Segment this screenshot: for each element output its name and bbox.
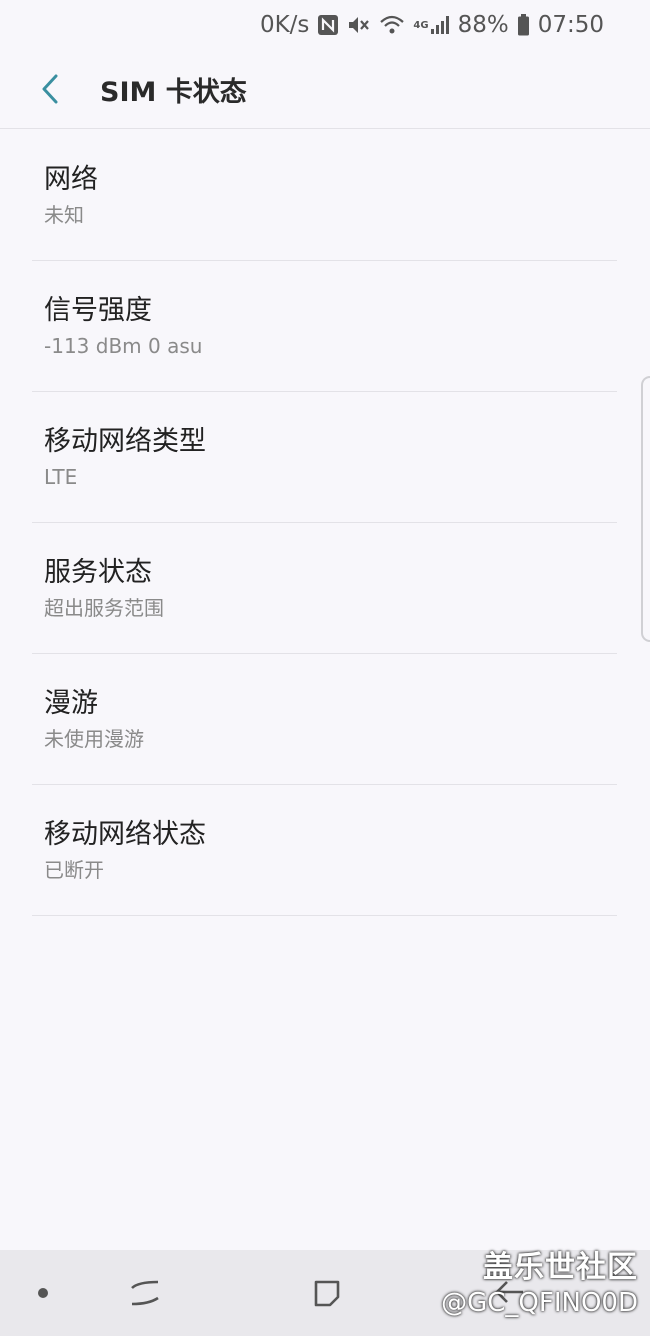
item-title: 网络 xyxy=(44,164,98,195)
item-value: 超出服务范围 xyxy=(44,596,164,620)
scroll-handle[interactable] xyxy=(641,376,650,642)
dot-button[interactable] xyxy=(3,1250,83,1336)
item-value: 未知 xyxy=(44,203,84,227)
mute-icon xyxy=(347,14,371,36)
network-speed: 0K/s xyxy=(259,12,310,38)
item-title: 漫游 xyxy=(44,688,98,719)
home-icon xyxy=(314,1280,340,1307)
wifi-icon xyxy=(379,14,405,36)
list-item-mobile-network-state[interactable]: 移动网络状态 已断开 xyxy=(32,785,617,916)
home-button[interactable] xyxy=(287,1250,367,1336)
clock: 07:50 xyxy=(537,12,604,38)
dot-icon xyxy=(38,1288,48,1298)
list-item-signal-strength[interactable]: 信号强度 -113 dBm 0 asu xyxy=(32,261,617,392)
signal-icon: 4G xyxy=(413,15,449,35)
list-item-roaming[interactable]: 漫游 未使用漫游 xyxy=(32,654,617,785)
network-type-label: 4G xyxy=(413,19,429,31)
watermark-title: 盖乐世社区 xyxy=(483,1250,638,1285)
battery-percent: 88% xyxy=(457,12,509,38)
list-item-network[interactable]: 网络 未知 xyxy=(32,130,617,261)
sim-status-list: 网络 未知 信号强度 -113 dBm 0 asu 移动网络类型 LTE 服务状… xyxy=(0,130,650,916)
watermark-handle: @GC_QFINO0D xyxy=(441,1288,638,1318)
status-bar: 0K/s 4G 88% 07:50 xyxy=(0,0,650,50)
battery-icon xyxy=(517,14,530,36)
item-title: 服务状态 xyxy=(44,557,152,588)
watermark: 盖乐世社区 @GC_QFINO0D xyxy=(441,1242,638,1318)
item-value: 未使用漫游 xyxy=(44,727,144,751)
item-value: 已断开 xyxy=(44,858,104,882)
recents-button[interactable] xyxy=(105,1250,185,1336)
item-value: -113 dBm 0 asu xyxy=(44,334,203,358)
nfc-icon xyxy=(317,14,339,36)
back-button[interactable] xyxy=(20,59,80,119)
back-arrow-icon xyxy=(42,74,58,104)
list-item-service-state[interactable]: 服务状态 超出服务范围 xyxy=(32,523,617,654)
page-title: SIM 卡状态 xyxy=(100,76,247,108)
item-title: 移动网络状态 xyxy=(44,819,206,850)
app-bar: SIM 卡状态 xyxy=(0,50,650,129)
list-item-network-type[interactable]: 移动网络类型 LTE xyxy=(32,392,617,523)
item-title: 移动网络类型 xyxy=(44,426,206,457)
item-value: LTE xyxy=(44,465,78,489)
item-title: 信号强度 xyxy=(44,295,152,326)
recents-icon xyxy=(131,1280,159,1306)
